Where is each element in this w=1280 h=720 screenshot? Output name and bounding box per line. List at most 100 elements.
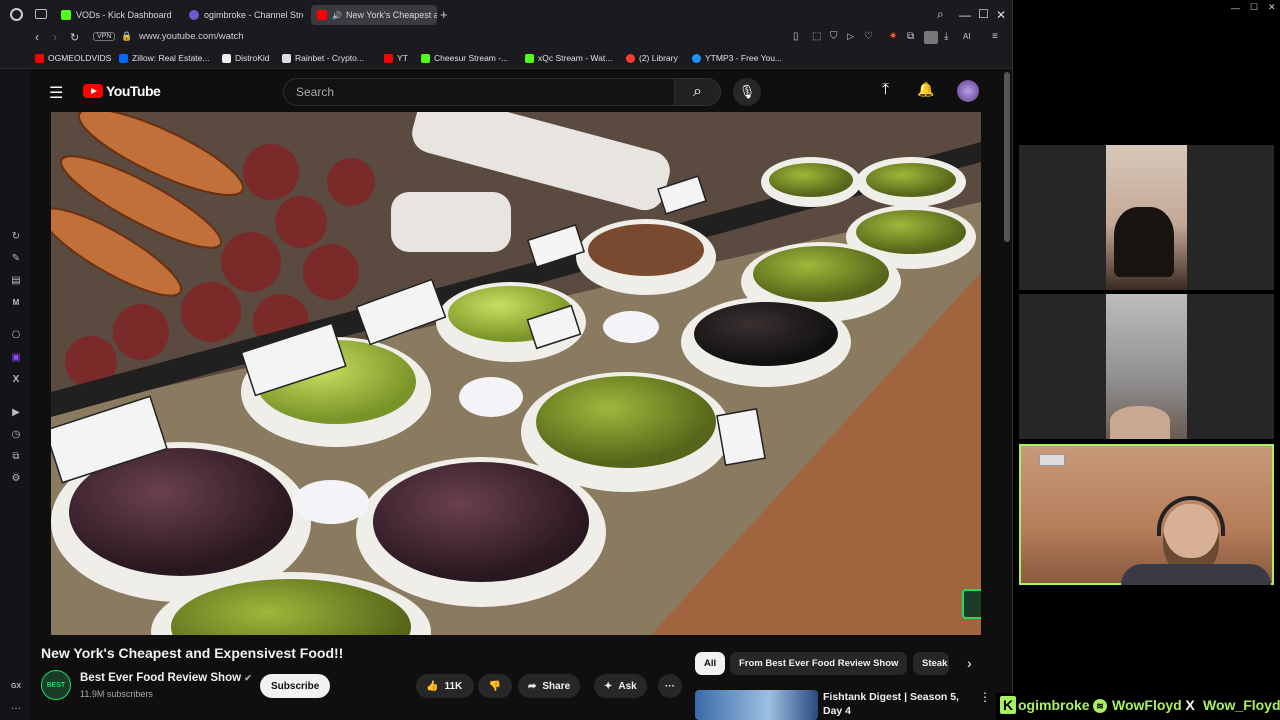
gx-label[interactable]: GX [9, 679, 23, 693]
like-count: 11K [444, 680, 463, 692]
ai-sidebar-icon[interactable]: ✎ [9, 251, 23, 265]
download-icon[interactable]: ⤓ [944, 31, 948, 42]
bookmark-label: YTMP3 - Free You... [705, 53, 783, 63]
clock-icon[interactable]: ◷ [9, 427, 23, 441]
subscriber-count: 11.9M subscribers [80, 689, 153, 699]
workspaces-icon[interactable] [35, 9, 47, 19]
settings-icon[interactable]: ⚙ [9, 471, 23, 485]
chip-label: Steak [922, 658, 948, 669]
recommended-menu-icon[interactable]: ⋮ [979, 690, 991, 704]
bookmark-zillow[interactable]: Zillow: Real Estate... [119, 53, 209, 63]
notifications-icon[interactable]: 🔔 [917, 81, 934, 98]
bookmark-label: Rainbet - Crypto... [295, 53, 364, 63]
subscribe-button[interactable]: Subscribe [260, 674, 331, 698]
bookmark-rainbet[interactable]: Rainbet - Crypto... [282, 53, 364, 63]
forward-icon[interactable]: › [53, 30, 57, 44]
address-bar: ‹ › ↻ VPN 🔒 www.youtube.com/watch ▯ ⬚ ⛉ … [0, 29, 1012, 48]
video-title: New York's Cheapest and Expensivest Food… [41, 645, 344, 661]
youtube-logo[interactable]: YouTube [83, 83, 161, 99]
youtube-play-icon [83, 84, 103, 98]
panel-close-button[interactable]: ✕ [1268, 2, 1276, 13]
extensions-sidebar-icon[interactable]: ⧉ [9, 449, 23, 463]
bookmark-label: DistroKid [235, 53, 270, 63]
panel-maximize-button[interactable]: ☐ [1250, 2, 1258, 13]
easy-setup-icon[interactable]: ≡ [992, 31, 998, 42]
distrokid-icon [222, 53, 231, 63]
history-icon[interactable]: ↻ [9, 229, 23, 243]
person-silhouette [1114, 207, 1174, 277]
play-icon[interactable]: ▷ [847, 31, 854, 42]
url-text[interactable]: www.youtube.com/watch [139, 31, 244, 42]
bookmark-ogmeoldvids[interactable]: OGMEOLDVIDS [35, 53, 111, 63]
search-input[interactable]: Search [283, 78, 675, 106]
upload-icon[interactable]: ⤒ [882, 81, 889, 99]
channel-name[interactable]: Best Ever Food Review Show ✔ [80, 672, 252, 684]
back-icon[interactable]: ‹ [35, 30, 39, 44]
maximize-button[interactable]: ☐ [978, 7, 989, 21]
new-tab-button[interactable]: + [440, 7, 448, 22]
twitch-icon[interactable]: ▣ [9, 350, 23, 364]
like-button[interactable]: 👍 11K [416, 674, 474, 698]
recommended-thumbnail[interactable] [695, 690, 818, 720]
share-button[interactable]: ➦ Share [518, 674, 581, 698]
dislike-button[interactable]: 👎 [478, 674, 512, 698]
chip-all[interactable]: All [695, 652, 726, 675]
bookmark-ytmp3[interactable]: YTMP3 - Free You... [692, 53, 782, 63]
zillow-icon [119, 53, 128, 63]
channel-avatar[interactable]: BEST [41, 670, 71, 700]
profile-icon[interactable] [924, 31, 938, 44]
chip-label: From Best Ever Food Review Show [739, 658, 899, 669]
heart-icon[interactable]: ♡ [864, 31, 873, 42]
search-placeholder: Search [296, 85, 335, 99]
speaker-icon[interactable]: 🔊 [332, 11, 342, 20]
reload-icon[interactable]: ↻ [70, 31, 79, 44]
close-button[interactable]: ✕ [996, 8, 1006, 22]
x-icon[interactable]: X [9, 372, 23, 386]
extension-a-icon[interactable]: ✷ [889, 31, 897, 42]
recommended-title[interactable]: Fishtank Digest | Season 5, Day 4 [823, 690, 973, 718]
extensions-icon[interactable]: ⧉ [907, 31, 914, 42]
scrollbar[interactable] [1004, 72, 1010, 242]
search-button[interactable]: ⌕ [675, 78, 721, 106]
ytmp3-icon [692, 53, 701, 63]
more-actions-button[interactable]: ··· [658, 674, 682, 698]
youtube-icon [35, 53, 44, 63]
library-icon [626, 53, 635, 63]
search-tabs-icon[interactable]: ⌕ [937, 7, 944, 22]
avatar[interactable] [957, 80, 979, 102]
ask-button[interactable]: ✦ Ask [594, 674, 647, 698]
tab-channel-stream[interactable]: ogimbroke - Channel Strea [183, 5, 303, 25]
snapshot-icon[interactable]: ⬚ [812, 31, 821, 42]
ai-icon[interactable]: AI [963, 32, 971, 41]
player-icon[interactable]: ▶ [9, 405, 23, 419]
search-icon: ⌕ [693, 83, 702, 100]
more-icon[interactable]: ··· [9, 701, 23, 715]
voice-search-button[interactable]: 🎙 [733, 78, 761, 106]
chip-from-channel[interactable]: From Best Ever Food Review Show [730, 652, 908, 675]
video-player[interactable] [51, 112, 981, 635]
bookmark-yt[interactable]: YT [384, 53, 408, 63]
bookmark-distrokid[interactable]: DistroKid [222, 53, 269, 63]
tab-kick-dashboard[interactable]: VODs - Kick Dashboard [55, 5, 180, 25]
channel-name-text: Best Ever Food Review Show [80, 672, 242, 684]
kick-handle: ogimbroke [1018, 697, 1090, 713]
shield-icon[interactable]: ⛉ [830, 31, 838, 42]
bookmark-library[interactable]: (2) Library [626, 53, 678, 63]
opera-menu-icon[interactable] [10, 8, 23, 21]
notes-icon[interactable]: ▤ [9, 273, 23, 287]
mic-icon: 🎙 [738, 84, 756, 99]
bookmark-cheesur[interactable]: Cheesur Stream -... [421, 53, 508, 63]
chatgpt-icon[interactable]: ⎔ [9, 328, 23, 342]
hamburger-menu-icon[interactable]: ☰ [49, 83, 63, 103]
chip-steak[interactable]: Steak [913, 652, 949, 675]
vpn-badge[interactable]: VPN [93, 32, 116, 41]
minimize-button[interactable]: — [959, 8, 971, 22]
chips-next-icon[interactable]: › [967, 655, 972, 671]
bookmark-xqc[interactable]: xQc Stream - Wat... [525, 53, 612, 63]
share-icon: ➦ [528, 680, 537, 692]
tab-youtube-video[interactable]: 🔊 New York's Cheapest a [311, 5, 437, 25]
panel-minimize-button[interactable]: — [1231, 3, 1240, 13]
m-icon[interactable]: M [9, 295, 23, 309]
tab-label: ogimbroke - Channel Strea [204, 10, 303, 20]
bookmark-icon[interactable]: ▯ [793, 31, 799, 42]
